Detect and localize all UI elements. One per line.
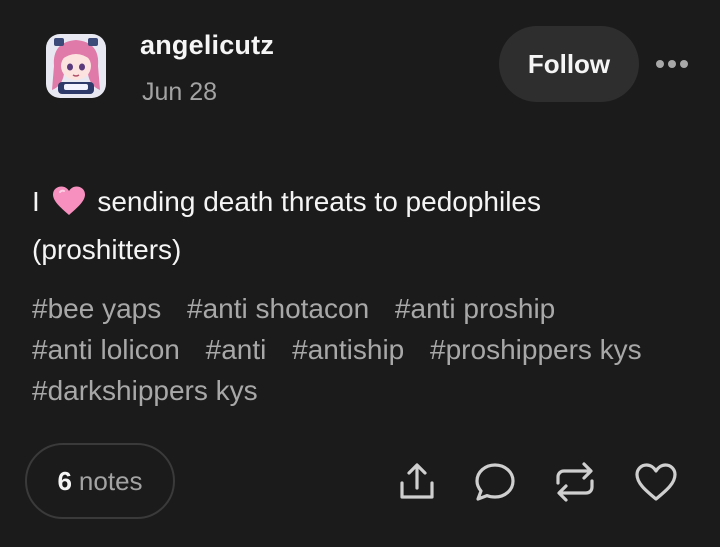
tag-list: #bee yaps #anti shotacon #anti proship #… bbox=[32, 288, 702, 411]
comment-button[interactable] bbox=[471, 458, 519, 506]
like-button[interactable] bbox=[632, 458, 680, 506]
notes-label: notes bbox=[78, 465, 143, 496]
post-card: angelicutz Jun 28 Follow I sending death… bbox=[0, 0, 720, 547]
tag[interactable]: #darkshippers kys bbox=[32, 375, 258, 406]
share-button[interactable] bbox=[393, 458, 441, 506]
tag[interactable]: #anti lolicon bbox=[32, 334, 180, 365]
like-icon bbox=[635, 463, 677, 501]
follow-button[interactable]: Follow bbox=[499, 26, 639, 102]
tag[interactable]: #anti bbox=[206, 334, 267, 365]
post-date[interactable]: Jun 28 bbox=[142, 78, 217, 107]
share-icon bbox=[400, 463, 434, 499]
tag[interactable]: #proshippers kys bbox=[430, 334, 642, 365]
post-text-end: sending death threats to pedophiles (pro… bbox=[32, 186, 542, 265]
tag[interactable]: #anti proship bbox=[395, 293, 555, 324]
username[interactable]: angelicutz bbox=[140, 30, 274, 61]
reblog-button[interactable] bbox=[551, 458, 599, 506]
post-body: I sending death threats to pedophiles (p… bbox=[32, 180, 682, 271]
comment-icon bbox=[475, 463, 515, 501]
notes-count: 6 bbox=[57, 465, 72, 496]
more-options-button[interactable] bbox=[652, 46, 692, 82]
reblog-icon bbox=[556, 462, 594, 502]
tag[interactable]: #antiship bbox=[292, 334, 404, 365]
post-text-start: I bbox=[32, 186, 48, 217]
notes-button[interactable]: 6 notes bbox=[25, 443, 175, 519]
tag[interactable]: #bee yaps bbox=[32, 293, 161, 324]
avatar[interactable] bbox=[40, 30, 112, 102]
ellipsis-icon bbox=[656, 60, 688, 68]
pink-heart-emoji bbox=[52, 185, 86, 228]
tag[interactable]: #anti shotacon bbox=[187, 293, 369, 324]
